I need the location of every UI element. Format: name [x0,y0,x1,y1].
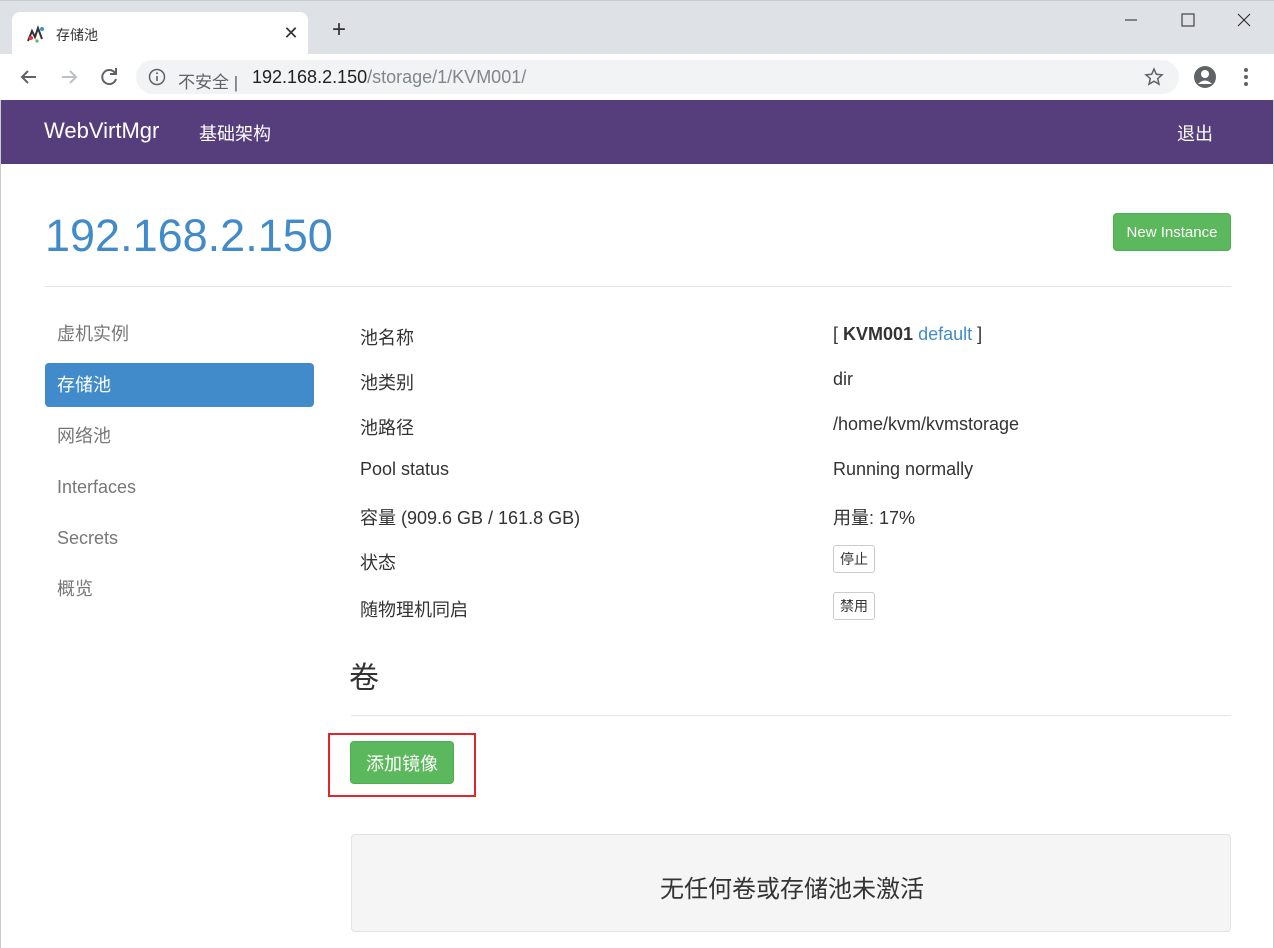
pool-name-row: 池名称 [ KVM001 default ] [349,312,1231,357]
sidebar-nav: 虚机实例 存储池 网络池 Interfaces Secrets 概览 [45,312,314,618]
sidebar-item-networks[interactable]: 网络池 [45,414,314,458]
sidebar-item-overview[interactable]: 概览 [45,567,314,611]
pool-usage-value: 用量: 17% [833,508,916,528]
pool-status-row: Pool status Running normally [349,447,1231,492]
page-title: 192.168.2.150 [45,210,333,261]
pool-info-table: 池名称 [ KVM001 default ] 池类别 dir 池路径 /home… [349,312,1231,631]
browser-toolbar: 不安全 | 192.168.2.150/storage/1/KVM001/ [0,54,1274,100]
stop-button[interactable]: 停止 [833,545,875,573]
pool-capacity-label: 容量 (909.6 GB / 161.8 GB) [360,508,581,528]
brand-link[interactable]: WebVirtMgr [44,118,159,144]
window-close-icon[interactable] [1224,5,1264,35]
top-navbar: WebVirtMgr 基础架构 退出 [1,100,1273,164]
pool-autostart-label: 随物理机同启 [360,600,468,620]
divider [351,715,1231,716]
disable-autostart-button[interactable]: 禁用 [833,592,875,620]
reload-icon[interactable] [95,63,123,91]
browser-tab[interactable]: 存储池 ✕ [12,12,308,55]
sidebar-item-interfaces[interactable]: Interfaces [45,465,314,509]
pool-state-label: 状态 [360,553,396,573]
pool-capacity-row: 容量 (909.6 GB / 161.8 GB) 用量: 17% [349,492,1231,537]
pool-type-value: dir [833,369,854,389]
bookmark-star-icon[interactable] [1144,67,1164,87]
pool-path-label: 池路径 [360,418,414,438]
tab-close-icon[interactable]: ✕ [280,22,302,44]
pool-autostart-row: 随物理机同启 禁用 [349,584,1231,631]
pool-type-label: 池类别 [360,373,414,393]
account-icon[interactable] [1193,65,1217,89]
window-minimize-icon[interactable] [1111,5,1151,35]
new-tab-icon[interactable]: + [326,18,352,44]
webvirtmgr-favicon-icon [27,24,44,43]
empty-volumes-message: 无任何卷或存储池未激活 [660,876,924,903]
sidebar-item-storage[interactable]: 存储池 [45,363,314,407]
pool-name-label: 池名称 [360,328,414,348]
window-maximize-icon[interactable] [1168,5,1208,35]
page-content: WebVirtMgr 基础架构 退出 192.168.2.150 New Ins… [0,100,1274,948]
volumes-heading: 卷 [349,662,379,695]
empty-volumes-well: 无任何卷或存储池未激活 [351,834,1231,932]
sidebar-item-instances[interactable]: 虚机实例 [45,312,314,356]
pool-status-label: Pool status [360,459,450,479]
pool-path-value: /home/kvm/kvmstorage [833,414,1020,434]
pool-state-row: 状态 停止 [349,537,1231,584]
pool-status-value: Running normally [833,459,974,479]
pool-type-row: 池类别 dir [349,357,1231,402]
more-menu-icon[interactable] [1236,65,1256,89]
nav-infrastructure-link[interactable]: 基础架构 [199,120,271,146]
divider [45,286,1231,287]
pool-path-row: 池路径 /home/kvm/kvmstorage [349,402,1231,447]
add-image-button[interactable]: 添加镜像 [350,741,454,784]
logout-link[interactable]: 退出 [1177,120,1213,146]
tab-title: 存储池 [56,27,98,43]
info-icon[interactable] [148,68,166,86]
pool-name-value: [ KVM001 default ] [833,324,983,344]
new-instance-button[interactable]: New Instance [1113,213,1231,251]
not-secure-label: 不安全 | [178,73,239,92]
browser-tab-strip: 存储池 ✕ + [0,0,1274,55]
back-arrow-icon[interactable] [15,63,43,91]
url-text: 192.168.2.150/storage/1/KVM001/ [252,67,527,87]
default-link[interactable]: default [918,324,972,344]
forward-arrow-icon[interactable] [55,63,83,91]
sidebar-item-secrets[interactable]: Secrets [45,516,314,560]
address-bar[interactable]: 不安全 | 192.168.2.150/storage/1/KVM001/ [136,60,1179,94]
